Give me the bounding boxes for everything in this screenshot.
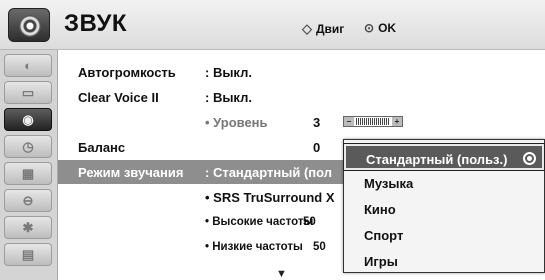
sidebar-item-lock[interactable]: ⊖ bbox=[4, 189, 52, 212]
clock-icon: ◷ bbox=[22, 139, 34, 154]
auto-volume-row[interactable]: Автогромкость : Выкл. bbox=[58, 60, 545, 84]
option-label: Музыка bbox=[364, 176, 414, 191]
sidebar-item-schedule[interactable]: ▦ bbox=[4, 162, 52, 185]
treble-label: • Высокие частоты bbox=[205, 216, 314, 228]
level-slider[interactable]: − + bbox=[343, 116, 403, 127]
balance-label: Баланс bbox=[78, 140, 126, 155]
popup-option-standard[interactable]: Стандартный (польз.) bbox=[343, 143, 545, 171]
sound-mode-dropdown: Стандартный (польз.) Музыка Кино Спорт И… bbox=[343, 139, 545, 273]
ok-hint: ⊙ OK bbox=[364, 21, 396, 35]
nav-hint: ◇ Двиг bbox=[302, 21, 344, 37]
auto-volume-value: : Выкл. bbox=[205, 65, 252, 80]
menu-sidebar: ◐ ▭ ◉ ◷ ▦ ⊖ ✱ ▤ bbox=[0, 50, 58, 280]
sidebar-item-time[interactable]: ◷ bbox=[4, 135, 52, 158]
option-icon: ✱ bbox=[22, 220, 34, 235]
decrease-icon: − bbox=[344, 117, 354, 126]
picture-icon: ◐ bbox=[24, 58, 32, 73]
option-label: Кино bbox=[364, 202, 396, 217]
radio-selected-icon bbox=[523, 152, 536, 165]
media-icon: ▤ bbox=[21, 247, 35, 262]
nav-hint-label: Двиг bbox=[316, 22, 345, 36]
popup-option-cinema[interactable]: Кино bbox=[344, 196, 544, 222]
treble-value: 50 bbox=[303, 216, 316, 228]
sound-mode-label: Режим звучания bbox=[78, 165, 184, 180]
speaker-icon bbox=[8, 8, 50, 42]
clear-voice-label: Clear Voice II bbox=[78, 90, 159, 105]
balance-value: 0 bbox=[313, 140, 321, 155]
sidebar-item-media[interactable]: ▤ bbox=[4, 243, 52, 266]
sidebar-item-picture[interactable]: ◐ bbox=[4, 54, 52, 77]
clear-voice-row[interactable]: Clear Voice II : Выкл. bbox=[58, 85, 545, 109]
navigation-arrows-icon: ◇ bbox=[302, 21, 312, 36]
auto-volume-label: Автогромкость bbox=[78, 65, 176, 80]
popup-option-music[interactable]: Музыка bbox=[344, 170, 544, 196]
level-value: 3 bbox=[313, 115, 321, 130]
increase-icon: + bbox=[392, 117, 402, 126]
header-bar: ЗВУК ◇ Двиг ⊙ OK bbox=[0, 0, 545, 50]
sidebar-item-sound[interactable]: ◉ bbox=[4, 108, 52, 131]
calendar-icon: ▦ bbox=[21, 166, 35, 181]
popup-option-games[interactable]: Игры bbox=[344, 248, 544, 274]
slider-track bbox=[356, 118, 390, 125]
sound-mode-value: : Стандартный (пол bbox=[205, 165, 333, 180]
bass-value: 50 bbox=[313, 241, 326, 253]
sound-icon: ◉ bbox=[22, 112, 34, 127]
ok-button-icon: ⊙ bbox=[364, 21, 375, 35]
sidebar-item-option[interactable]: ✱ bbox=[4, 216, 52, 239]
ok-hint-label: OK bbox=[378, 21, 397, 35]
page-title: ЗВУК bbox=[64, 10, 128, 37]
option-label: Спорт bbox=[364, 228, 404, 243]
scroll-down-icon[interactable]: ▼ bbox=[276, 268, 287, 280]
option-label: Стандартный (польз.) bbox=[366, 152, 508, 167]
level-row[interactable]: • Уровень 3 − + bbox=[58, 110, 545, 134]
screen-icon: ▭ bbox=[21, 85, 35, 100]
sidebar-item-screen[interactable]: ▭ bbox=[4, 81, 52, 104]
bass-label: • Низкие частоты bbox=[205, 241, 303, 253]
level-label: • Уровень bbox=[205, 115, 268, 130]
clear-voice-value: : Выкл. bbox=[205, 90, 252, 105]
lock-icon: ⊖ bbox=[22, 193, 34, 208]
srs-label: • SRS TruSurround X bbox=[205, 190, 335, 205]
popup-option-sport[interactable]: Спорт bbox=[344, 222, 544, 248]
option-label: Игры bbox=[364, 254, 398, 269]
